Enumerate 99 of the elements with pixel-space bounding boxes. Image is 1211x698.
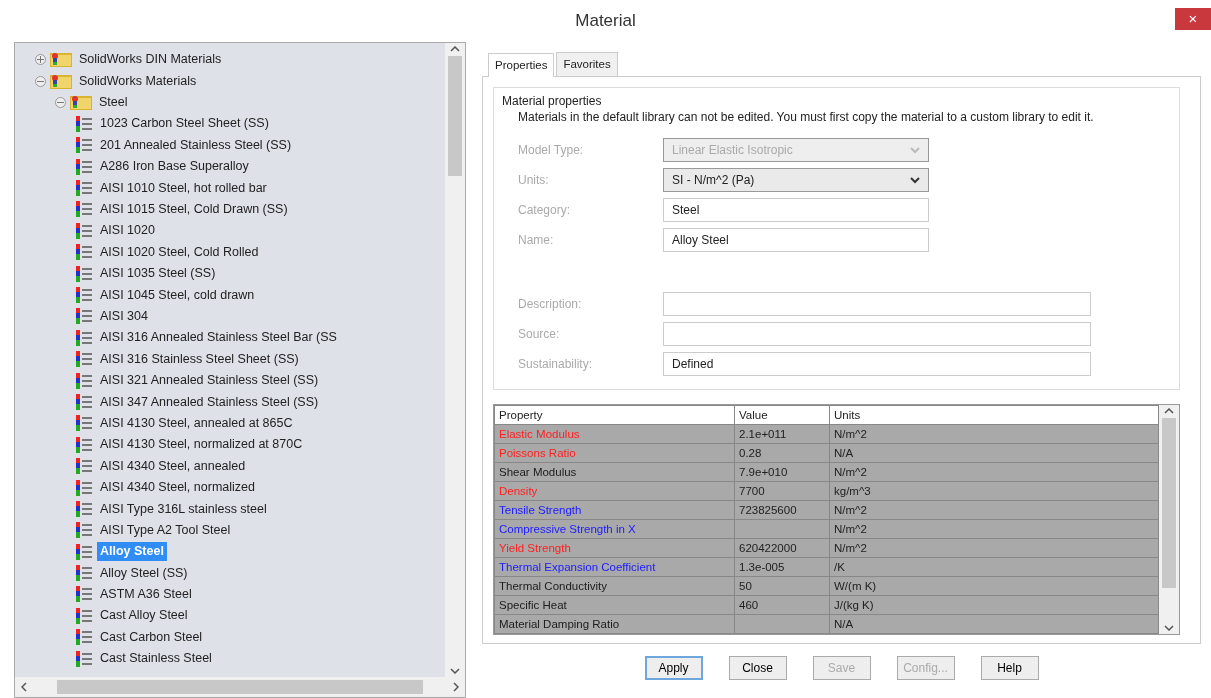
folder-icon <box>70 94 92 110</box>
tree-item[interactable]: AISI 1015 Steel, Cold Drawn (SS) <box>97 200 291 219</box>
tree-item[interactable]: AISI 347 Annealed Stainless Steel (SS) <box>97 392 322 412</box>
material-icon <box>75 308 93 325</box>
expander-icon[interactable] <box>55 96 66 108</box>
material-icon <box>75 244 93 261</box>
material-icon <box>75 158 93 175</box>
scrollbar-thumb[interactable] <box>448 56 462 176</box>
material-icon <box>75 393 93 410</box>
input-field[interactable]: Steel <box>663 198 929 223</box>
info-text: Materials in the default library can not be edited. You must first copy the material to a custom library to edit it. <box>518 110 1095 126</box>
field-label: Units: <box>518 172 550 190</box>
tree-item[interactable]: AISI Type 316L stainless steel <box>97 499 270 519</box>
dialog-button[interactable]: Help <box>980 656 1039 681</box>
tree-item[interactable]: AISI 1020 Steel, Cold Rolled <box>97 242 262 262</box>
field-label: Model Type: <box>518 142 585 160</box>
tree-item[interactable]: AISI 4340 Steel, annealed <box>97 456 249 476</box>
tree-item[interactable]: AISI Type A2 Tool Steel <box>97 520 234 540</box>
material-icon <box>75 500 93 517</box>
dialog-button[interactable]: Close <box>728 656 787 681</box>
tree-item[interactable]: AISI 1045 Steel, cold drawn <box>97 285 258 305</box>
chevron-down-icon[interactable] <box>450 668 460 674</box>
close-button[interactable]: × <box>1175 8 1211 30</box>
expander-icon[interactable] <box>35 54 46 66</box>
horizontal-scrollbar[interactable] <box>15 677 465 697</box>
material-icon <box>75 415 93 432</box>
tab[interactable]: Properties <box>488 53 555 78</box>
input-field[interactable]: Defined <box>663 352 1091 377</box>
vertical-scrollbar[interactable] <box>1159 405 1179 635</box>
material-icon <box>75 180 93 197</box>
tree-item[interactable]: Cast Alloy Steel <box>97 606 191 626</box>
group-title: Material properties <box>502 93 603 111</box>
folder-icon <box>50 73 72 89</box>
tree-item[interactable]: AISI 4130 Steel, normalized at 870C <box>97 435 306 455</box>
field-label: Name: <box>518 232 555 250</box>
field-label: Category: <box>518 202 572 220</box>
scrollbar-thumb[interactable] <box>57 680 423 694</box>
column-header[interactable]: Units <box>829 405 1159 425</box>
material-icon <box>75 586 93 603</box>
tree-item[interactable]: SolidWorks Materials <box>76 71 200 91</box>
input-field[interactable] <box>663 322 1091 347</box>
material-icon <box>75 436 93 453</box>
tree-item[interactable]: SolidWorks DIN Materials <box>76 50 225 70</box>
chevron-up-icon[interactable] <box>450 46 460 52</box>
tree-item[interactable]: AISI 316 Annealed Stainless Steel Bar (SS <box>97 328 340 348</box>
chevron-left-icon[interactable] <box>21 682 27 692</box>
input-field[interactable]: Alloy Steel <box>663 228 929 253</box>
field-label: Source: <box>518 326 561 344</box>
tree-item[interactable]: AISI 304 <box>97 307 151 326</box>
chevron-right-icon[interactable] <box>453 682 459 692</box>
field-label: Description: <box>518 296 583 314</box>
material-icon <box>75 479 93 496</box>
material-icon <box>75 265 93 282</box>
material-icon <box>75 137 93 154</box>
field-label: Sustainability: <box>518 356 594 374</box>
scrollbar-thumb[interactable] <box>1162 418 1176 589</box>
tree-item[interactable]: AISI 4130 Steel, annealed at 865C <box>97 413 296 433</box>
column-header[interactable]: Property <box>494 405 735 425</box>
tree-item[interactable]: AISI 4340 Steel, normalized <box>97 478 258 497</box>
material-icon <box>75 650 93 667</box>
tree-item[interactable]: ASTM A36 Steel <box>97 585 195 604</box>
expander-icon[interactable] <box>35 75 46 87</box>
vertical-scrollbar[interactable] <box>445 43 465 677</box>
material-icon <box>75 372 93 389</box>
material-icon <box>75 201 93 218</box>
material-icon <box>75 629 93 646</box>
material-icon <box>75 115 93 132</box>
tree-item[interactable]: Alloy Steel (SS) <box>97 563 191 583</box>
tree-item[interactable]: AISI 1020 <box>97 221 158 241</box>
tab[interactable]: Favorites <box>556 52 618 77</box>
tree-item[interactable]: 1023 Carbon Steel Sheet (SS) <box>97 114 272 134</box>
chevron-icon <box>910 146 920 154</box>
input-field[interactable] <box>663 292 1091 317</box>
material-icon <box>75 222 93 239</box>
dialog-button[interactable]: Apply <box>644 656 703 681</box>
tree-item[interactable]: Cast Carbon Steel <box>97 627 206 647</box>
tree-item[interactable]: 201 Annealed Stainless Steel (SS) <box>97 135 295 155</box>
window-title: Material <box>575 10 636 33</box>
tree-item[interactable]: Steel <box>96 93 131 112</box>
folder-icon <box>50 52 72 68</box>
chevron-icon <box>910 176 920 184</box>
material-icon <box>75 287 93 303</box>
tree-item[interactable]: AISI 1035 Steel (SS) <box>97 264 219 283</box>
column-header[interactable]: Value <box>734 405 830 425</box>
material-icon <box>75 565 93 582</box>
material-icon <box>75 458 93 475</box>
material-icon <box>75 607 93 624</box>
tree-item[interactable]: AISI 316 Stainless Steel Sheet (SS) <box>97 349 302 369</box>
dropdown[interactable]: SI - N/m^2 (Pa) <box>663 168 929 193</box>
chevron-down-icon[interactable] <box>1164 625 1174 632</box>
tree-item[interactable]: A286 Iron Base Superalloy <box>97 157 252 176</box>
material-icon <box>75 329 93 346</box>
chevron-up-icon[interactable] <box>1164 408 1174 415</box>
tree-item[interactable]: Cast Stainless Steel <box>97 649 215 668</box>
tree-item[interactable]: AISI 321 Annealed Stainless Steel (SS) <box>97 371 322 390</box>
material-icon <box>75 543 93 560</box>
material-icon <box>75 351 93 368</box>
tree-item[interactable]: AISI 1010 Steel, hot rolled bar <box>97 178 270 198</box>
material-icon <box>75 522 93 539</box>
